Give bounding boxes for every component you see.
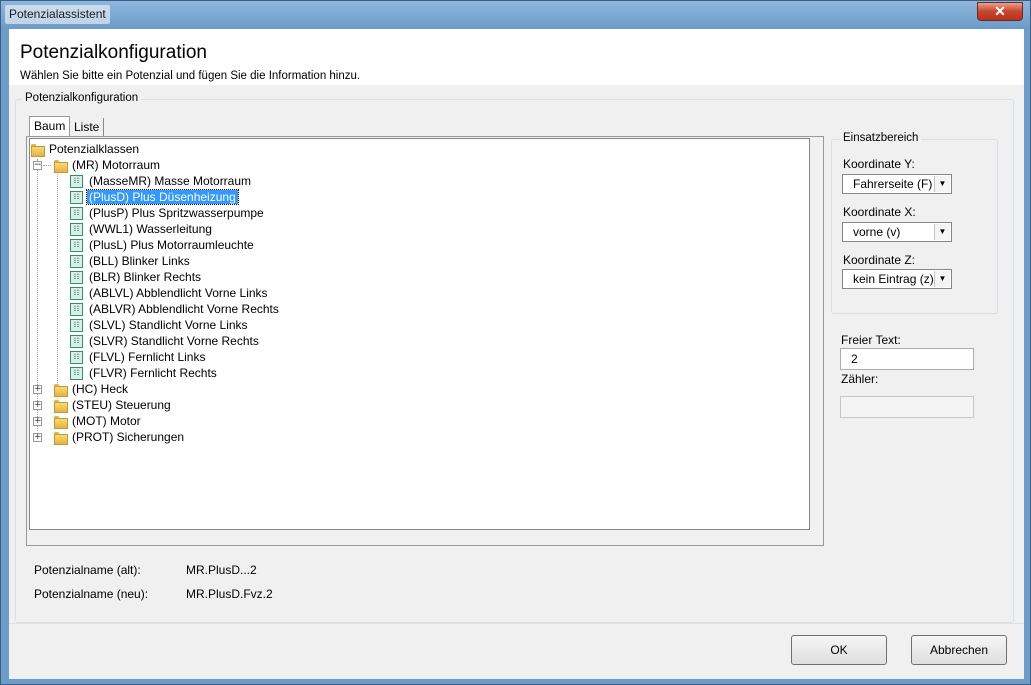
freier-text-label: Freier Text: <box>841 333 901 347</box>
potenzialname-neu-value: MR.PlusD.Fvz.2 <box>186 587 273 601</box>
zaehler-input <box>840 396 974 418</box>
koordinate-y-value: Fahrerseite (F) <box>853 177 933 191</box>
chevron-down-icon[interactable]: ▼ <box>934 224 950 240</box>
koordinate-x-label: Koordinate X: <box>843 205 916 219</box>
dialog-header: Potenzialkonfiguration Wählen Sie bitte … <box>9 29 1024 85</box>
einsatzbereich-title: Einsatzbereich <box>840 132 922 144</box>
tab-page <box>26 136 824 546</box>
header-title: Potenzialkonfiguration <box>20 42 207 63</box>
button-separator <box>9 623 1024 624</box>
config-group-title: Potenzialkonfiguration <box>22 92 142 104</box>
header-subtitle: Wählen Sie bitte ein Potenzial und fügen… <box>20 70 361 82</box>
dialog-client: Potenzialkonfiguration Wählen Sie bitte … <box>9 29 1024 679</box>
tab-baum[interactable]: Baum <box>29 116 71 137</box>
potenzialname-neu-label: Potenzialname (neu): <box>34 587 149 601</box>
koordinate-z-select[interactable]: kein Eintrag (z) ▼ <box>842 269 952 289</box>
chevron-down-icon[interactable]: ▼ <box>934 176 950 192</box>
title-bar[interactable]: Potenzialassistent ✕ <box>1 1 1030 29</box>
cancel-button[interactable]: Abbrechen <box>911 635 1007 665</box>
koordinate-z-value: kein Eintrag (z) <box>853 272 934 286</box>
zaehler-label: Zähler: <box>841 372 879 386</box>
koordinate-y-label: Koordinate Y: <box>843 157 915 171</box>
window-title: Potenzialassistent <box>5 5 110 24</box>
koordinate-z-label: Koordinate Z: <box>843 253 916 267</box>
tab-liste[interactable]: Liste <box>70 118 105 136</box>
potenzialname-alt-value: MR.PlusD...2 <box>186 563 257 577</box>
chevron-down-icon[interactable]: ▼ <box>934 271 950 287</box>
freier-text-value: 2 <box>851 352 858 366</box>
koordinate-x-value: vorne (v) <box>853 225 901 239</box>
koordinate-y-select[interactable]: Fahrerseite (F) ▼ <box>842 174 952 194</box>
potenzialname-alt-label: Potenzialname (alt): <box>34 563 141 577</box>
dialog-window: Potenzialassistent ✕ Potenzialkonfigurat… <box>0 0 1031 685</box>
ok-button[interactable]: OK <box>791 635 887 665</box>
koordinate-x-select[interactable]: vorne (v) ▼ <box>842 222 952 242</box>
close-button[interactable]: ✕ <box>977 2 1023 21</box>
freier-text-input[interactable]: 2 <box>840 348 974 370</box>
